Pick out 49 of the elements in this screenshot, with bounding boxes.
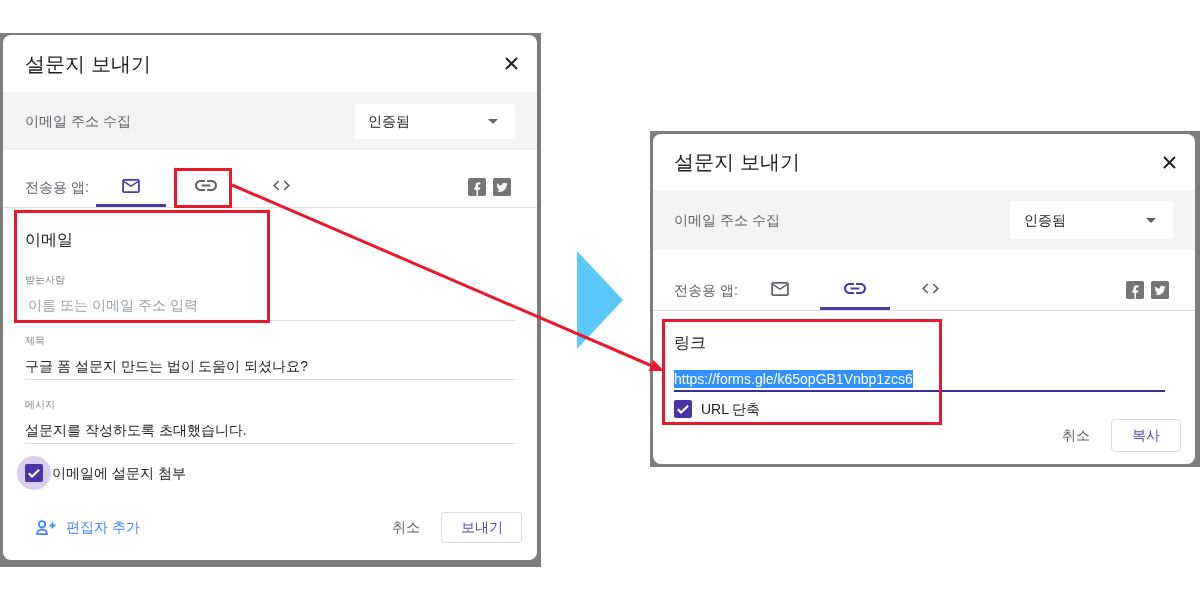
link-icon bbox=[844, 283, 866, 294]
code-icon bbox=[921, 283, 939, 294]
checkbox[interactable] bbox=[674, 400, 692, 418]
checkbox-label: URL 단축 bbox=[701, 399, 761, 419]
close-button[interactable] bbox=[1163, 155, 1176, 169]
twitter-share-button[interactable] bbox=[493, 178, 511, 196]
facebook-icon bbox=[1126, 281, 1144, 299]
close-icon bbox=[1163, 155, 1176, 169]
checkmark-icon bbox=[28, 468, 40, 478]
cancel-button[interactable]: 취소 bbox=[386, 513, 426, 542]
caret-icon bbox=[488, 118, 498, 124]
facebook-share-button[interactable] bbox=[468, 178, 486, 196]
twitter-share-button[interactable] bbox=[1151, 281, 1169, 299]
send-via-label: 전송용 앱: bbox=[674, 280, 739, 300]
checkmark-icon bbox=[677, 404, 689, 414]
caret-icon bbox=[1146, 217, 1156, 223]
link-icon bbox=[195, 180, 217, 191]
section-heading: 이메일 bbox=[25, 230, 74, 250]
close-button[interactable] bbox=[505, 57, 518, 70]
add-editor-link[interactable]: 편집자 추가 bbox=[36, 517, 140, 538]
facebook-icon bbox=[468, 178, 486, 196]
field-label: 메시지 bbox=[25, 398, 56, 412]
highlight-box bbox=[174, 168, 232, 208]
dialog-title: 설문지 보내기 bbox=[25, 51, 151, 77]
send-via-label: 전송용 앱: bbox=[25, 177, 90, 197]
facebook-share-button[interactable] bbox=[1126, 281, 1144, 299]
checkbox-label: 이메일에 설문지 첨부 bbox=[52, 463, 186, 483]
code-icon bbox=[272, 180, 290, 191]
field-label: 제목 bbox=[25, 334, 46, 348]
dropdown[interactable]: 인증됨 bbox=[355, 103, 515, 139]
dropdown[interactable]: 인증됨 bbox=[1010, 201, 1173, 239]
dialog-title: 설문지 보내기 bbox=[674, 150, 800, 175]
close-icon bbox=[505, 57, 518, 70]
twitter-icon bbox=[1151, 281, 1169, 299]
section-heading: 링크 bbox=[674, 333, 707, 353]
primary-button[interactable]: 복사 bbox=[1111, 419, 1181, 452]
setting-label: 이메일 주소 수집 bbox=[674, 210, 780, 230]
checkbox[interactable] bbox=[17, 456, 51, 490]
mail-icon bbox=[122, 178, 140, 193]
primary-button[interactable]: 보내기 bbox=[441, 512, 522, 543]
text-field[interactable]: 구글 폼 설문지 만드는 법이 도움이 되셨나요? bbox=[25, 354, 515, 380]
cancel-button[interactable]: 취소 bbox=[1056, 421, 1096, 450]
twitter-icon bbox=[493, 178, 511, 196]
mail-icon bbox=[771, 281, 789, 296]
text-field[interactable]: 설문지를 작성하도록 초대했습니다. bbox=[25, 418, 515, 444]
field-label: 받는사람 bbox=[25, 273, 66, 287]
recipient-input[interactable]: 이름 또는 이메일 주소 입력 bbox=[25, 289, 515, 321]
person-add-icon bbox=[36, 520, 56, 535]
setting-label: 이메일 주소 수집 bbox=[25, 111, 131, 131]
